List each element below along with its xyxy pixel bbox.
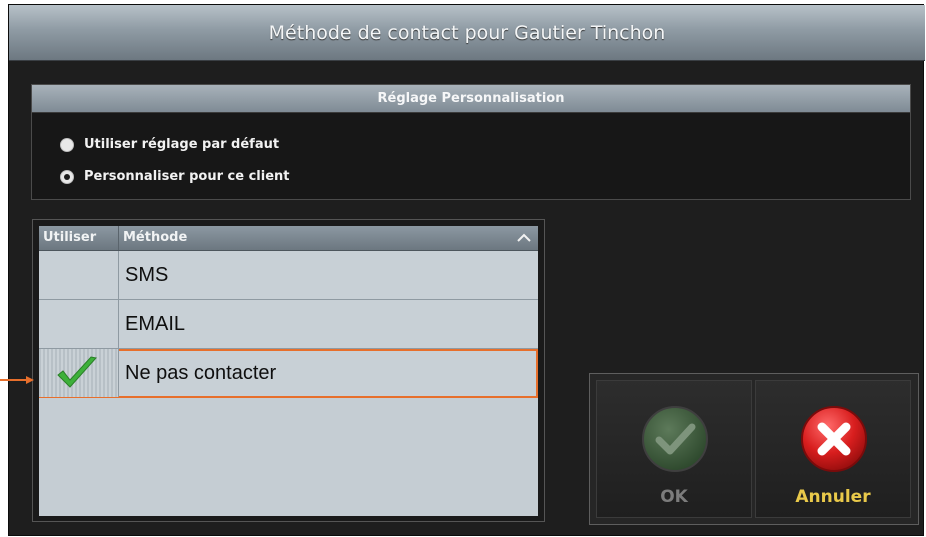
dialog-titlebar: Méthode de contact pour Gautier Tinchon xyxy=(9,5,925,61)
method-table: Utiliser Méthode SMS EMAIL Ne pas contac… xyxy=(39,226,538,516)
pointer-arrow-icon xyxy=(0,376,34,384)
ok-check-icon xyxy=(642,406,708,472)
table-header: Utiliser Méthode xyxy=(39,226,538,251)
radio-default-setting[interactable]: Utiliser réglage par défaut xyxy=(60,137,279,152)
settings-panel: Réglage Personnalisation Utiliser réglag… xyxy=(31,84,911,200)
chevron-up-icon[interactable] xyxy=(516,230,532,246)
checkmark-icon xyxy=(57,356,97,388)
method-cell: EMAIL xyxy=(125,313,186,335)
contact-method-dialog: Méthode de contact pour Gautier Tinchon … xyxy=(8,4,925,536)
radio-custom-setting[interactable]: Personnaliser pour ce client xyxy=(60,169,290,184)
dialog-title: Méthode de contact pour Gautier Tinchon xyxy=(268,21,666,44)
table-empty-area xyxy=(39,398,538,516)
radio-default-label: Utiliser réglage par défaut xyxy=(84,137,280,152)
cancel-label: Annuler xyxy=(795,487,871,507)
use-cell[interactable] xyxy=(39,251,119,299)
method-table-frame: Utiliser Méthode SMS EMAIL Ne pas contac… xyxy=(32,219,545,522)
ok-label: OK xyxy=(660,487,688,507)
radio-custom-label: Personnaliser pour ce client xyxy=(84,169,290,184)
settings-header-label: Réglage Personnalisation xyxy=(377,91,565,106)
settings-header: Réglage Personnalisation xyxy=(32,85,910,113)
ok-button[interactable]: OK xyxy=(596,380,752,518)
action-buttons: OK Annuler xyxy=(589,373,919,525)
column-header-methode[interactable]: Méthode xyxy=(119,226,509,250)
radio-button-default[interactable] xyxy=(60,137,74,152)
table-row-sms[interactable]: SMS xyxy=(39,251,538,300)
cancel-x-icon xyxy=(801,406,867,472)
radio-button-custom[interactable] xyxy=(60,169,74,184)
method-cell: SMS xyxy=(125,264,169,286)
table-row-ne-pas-contacter[interactable]: Ne pas contacter xyxy=(39,349,538,398)
use-cell[interactable] xyxy=(39,349,119,397)
method-cell: Ne pas contacter xyxy=(125,362,277,384)
table-row-email[interactable]: EMAIL xyxy=(39,300,538,349)
use-cell[interactable] xyxy=(39,300,119,348)
column-header-utiliser[interactable]: Utiliser xyxy=(39,226,119,250)
cancel-button[interactable]: Annuler xyxy=(755,380,911,518)
